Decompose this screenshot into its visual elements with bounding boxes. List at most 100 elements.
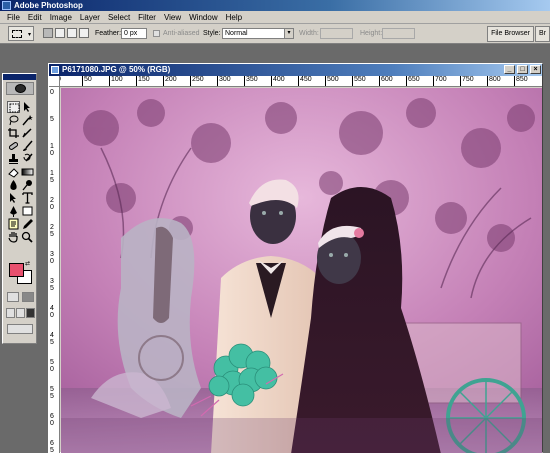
screen-mode-standard-button[interactable] [6,308,15,318]
ruler-h-label: 400 [273,76,285,83]
ruler-v-label: 6 5 [50,440,54,453]
feather-input[interactable]: 0 px [121,28,147,39]
tool-preset-picker[interactable]: ▾ [8,26,34,41]
inverted-wedding-photo [61,88,542,453]
maximize-button[interactable]: □ [517,65,528,74]
ruler-h-label: 200 [165,76,177,83]
horizontal-ruler[interactable]: 0 50 100 150 200 250 300 350 400 450 500 550 600 650 7… [60,76,542,87]
type-tool[interactable] [21,192,34,204]
clone-stamp-icon [9,154,18,164]
brush-tool[interactable] [21,140,34,152]
lasso-icon [9,115,19,126]
ruler-h-label: 50 [84,76,92,83]
subtract-selection-button[interactable] [67,28,77,38]
screen-mode-full-button[interactable] [26,308,35,318]
anti-aliased-checkbox[interactable] [153,30,160,37]
menu-image[interactable]: Image [46,13,76,22]
ruler-v-label: 5 0 [50,359,54,373]
jump-to-imageready-button[interactable] [7,324,33,334]
eyedropper-tool[interactable] [21,218,34,230]
dodge-icon [22,180,32,191]
image-canvas[interactable] [61,88,542,453]
new-selection-button[interactable] [43,28,53,38]
menu-file[interactable]: File [3,13,24,22]
standard-mode-button[interactable] [7,292,19,302]
menu-window[interactable]: Window [185,13,221,22]
marquee-icon [9,103,20,113]
ruler-h-tick [82,76,83,86]
feather-label: Feather: [95,30,122,37]
menu-filter[interactable]: Filter [134,13,160,22]
style-select[interactable]: Normal ▾ [222,28,294,39]
shape-icon [22,206,33,216]
marquee-tool[interactable] [7,101,20,113]
magic-wand-tool[interactable] [21,114,34,126]
ruler-h-tick [460,76,461,86]
path-select-tool[interactable] [7,192,20,204]
move-icon [24,102,30,112]
ruler-h-label: 300 [219,76,231,83]
ruler-h-tick [136,76,137,86]
screen-mode-full-menu-button[interactable] [16,308,25,318]
ruler-h-label: 750 [462,76,474,83]
tab-brushes[interactable]: Br [535,26,550,42]
menu-select[interactable]: Select [104,13,134,22]
intersect-selection-button[interactable] [79,28,89,38]
ruler-h-tick [406,76,407,86]
ruler-h-label: 600 [381,76,393,83]
adobe-online-button[interactable] [6,82,34,95]
lasso-tool[interactable] [7,114,20,126]
eraser-tool[interactable] [7,166,20,178]
swap-colors-icon[interactable]: ⇄ [25,260,30,267]
palette-well: File Browser Br [486,26,550,42]
menu-layer[interactable]: Layer [76,13,104,22]
history-brush-tool[interactable] [21,153,34,165]
menu-edit[interactable]: Edit [24,13,46,22]
toolbox: ⇄ [2,73,37,344]
vertical-ruler[interactable]: 0 5 1 0 1 5 2 0 2 5 3 0 3 5 4 0 4 5 5 0 5 5 6 0 6 5 [49,87,60,453]
ruler-origin[interactable] [49,76,60,87]
healing-brush-tool[interactable] [7,140,20,152]
toolbox-titlebar[interactable] [3,74,36,80]
gradient-tool[interactable] [21,166,34,178]
foreground-color-swatch[interactable] [9,263,24,277]
ruler-h-tick [163,76,164,86]
add-selection-button[interactable] [55,28,65,38]
dodge-tool[interactable] [21,179,34,191]
notes-tool[interactable] [7,218,20,230]
width-input[interactable] [320,28,353,39]
move-tool[interactable] [21,101,34,113]
height-input[interactable] [382,28,415,39]
ruler-h-label: 500 [327,76,339,83]
notes-icon [8,218,19,230]
blur-icon [10,180,17,190]
blur-tool[interactable] [7,179,20,191]
menu-help[interactable]: Help [222,13,246,22]
zoom-tool[interactable] [21,231,34,243]
pen-tool[interactable] [7,205,20,217]
crop-tool[interactable] [7,127,20,139]
tab-file-browser[interactable]: File Browser [487,26,534,42]
document-window: P6171080.JPG @ 50% (RGB) _ □ × 0 50 100 150… [48,63,543,453]
ruler-h-tick [217,76,218,86]
minimize-button[interactable]: _ [504,65,515,74]
document-titlebar[interactable]: P6171080.JPG @ 50% (RGB) _ □ × [49,64,542,76]
eyedropper-icon [23,219,33,229]
menu-view[interactable]: View [160,13,185,22]
ruler-h-tick [514,76,515,86]
ruler-v-label: 0 [50,89,54,96]
ruler-h-label: 150 [138,76,150,83]
ruler-h-label: 800 [489,76,501,83]
ruler-h-label: 450 [300,76,312,83]
ruler-h-tick [271,76,272,86]
ruler-h-tick [433,76,434,86]
hand-tool[interactable] [7,231,20,243]
clone-stamp-tool[interactable] [7,153,20,165]
ruler-h-label: 100 [111,76,123,83]
close-button[interactable]: × [530,65,541,74]
healing-brush-icon [8,142,19,150]
shape-tool[interactable] [21,205,34,217]
slice-tool[interactable] [21,127,34,139]
ruler-h-label: 700 [435,76,447,83]
quick-mask-button[interactable] [22,292,34,302]
